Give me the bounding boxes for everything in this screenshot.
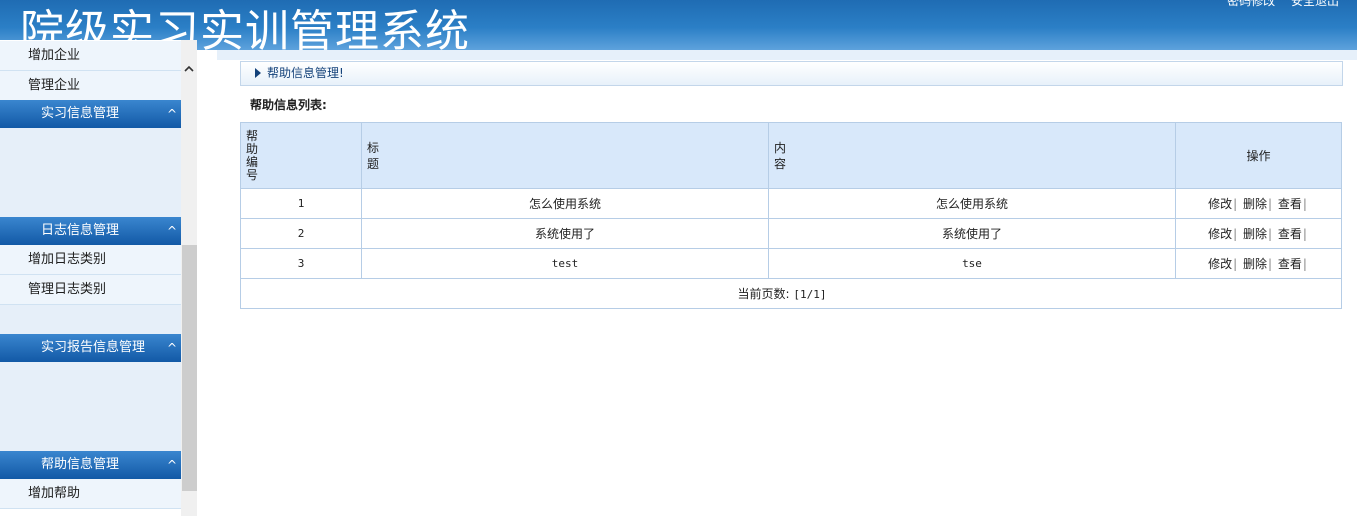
- column-header-title: 标题: [361, 122, 769, 189]
- pager-label: 当前页数:: [737, 287, 790, 301]
- cell-title: test: [361, 248, 769, 279]
- cell-id: 1: [240, 188, 362, 219]
- delete-link[interactable]: 删除: [1243, 197, 1267, 211]
- header-links: 密码修改 安全退出: [1215, 0, 1339, 9]
- pager-value: [1/1]: [793, 288, 827, 301]
- sidebar-group-label: 实习信息管理: [41, 106, 120, 121]
- cell-title: 系统使用了: [361, 218, 769, 249]
- change-password-link[interactable]: 密码修改: [1227, 0, 1275, 8]
- main-top-band: [217, 50, 1357, 60]
- table-header-row: 帮助编号 标题 内容 操作: [240, 122, 1342, 189]
- cell-actions: 修改| 删除| 查看|: [1175, 248, 1342, 279]
- cell-actions: 修改| 删除| 查看|: [1175, 188, 1342, 219]
- sidebar-item-add-help[interactable]: 增加帮助: [0, 479, 181, 509]
- edit-link[interactable]: 修改: [1208, 227, 1232, 241]
- view-link[interactable]: 查看: [1278, 197, 1302, 211]
- delete-link[interactable]: 删除: [1243, 257, 1267, 271]
- cell-title: 怎么使用系统: [361, 188, 769, 219]
- cell-id: 2: [240, 218, 362, 249]
- cell-content: 怎么使用系统: [768, 188, 1176, 219]
- sidebar-item-manage-company[interactable]: 管理企业: [0, 71, 181, 101]
- app-header: 院级实习实训管理系统 密码修改 安全退出: [0, 0, 1357, 50]
- sidebar-group-body: [0, 128, 181, 217]
- collapse-chevron-icon[interactable]: ^: [165, 451, 179, 479]
- sidebar-group-label: 日志信息管理: [41, 223, 120, 238]
- help-table: 帮助编号 标题 内容 操作 1 怎么使用系统 怎么使用系统 修改| 删除| 查看…: [240, 122, 1342, 309]
- edit-link[interactable]: 修改: [1208, 197, 1232, 211]
- sidebar-group-label: 帮助信息管理: [41, 457, 120, 472]
- scroll-up-arrow-icon[interactable]: [181, 62, 197, 78]
- sidebar-group-help[interactable]: 帮助信息管理 ^: [0, 451, 181, 479]
- column-header-content: 内容: [768, 122, 1176, 189]
- collapse-chevron-icon[interactable]: ^: [165, 100, 179, 128]
- cell-id: 3: [240, 248, 362, 279]
- breadcrumb-text: 帮助信息管理!: [267, 66, 344, 80]
- sidebar-group-log[interactable]: 日志信息管理 ^: [0, 217, 181, 245]
- edit-link[interactable]: 修改: [1208, 257, 1232, 271]
- cell-content: tse: [768, 248, 1176, 279]
- sidebar-item-manage-log-category[interactable]: 管理日志类别: [0, 275, 181, 305]
- sidebar-item-add-company[interactable]: 增加企业: [0, 41, 181, 71]
- sidebar-group-internship[interactable]: 实习信息管理 ^: [0, 100, 181, 128]
- sidebar-item-add-log-category[interactable]: 增加日志类别: [0, 245, 181, 275]
- table-row: 3 test tse 修改| 删除| 查看|: [240, 248, 1342, 279]
- triangle-right-icon: [255, 68, 261, 78]
- table-row: 2 系统使用了 系统使用了 修改| 删除| 查看|: [240, 218, 1342, 249]
- logout-link[interactable]: 安全退出: [1291, 0, 1339, 8]
- sidebar: 增加企业 管理企业 实习信息管理 ^ 日志信息管理 ^ 增加日志类别 管理日志类…: [0, 40, 197, 516]
- cell-actions: 修改| 删除| 查看|: [1175, 218, 1342, 249]
- table-row: 1 怎么使用系统 怎么使用系统 修改| 删除| 查看|: [240, 188, 1342, 219]
- view-link[interactable]: 查看: [1278, 257, 1302, 271]
- pager-row: 当前页数: [1/1]: [240, 278, 1342, 309]
- sidebar-scrollbar[interactable]: [181, 40, 197, 516]
- breadcrumb: 帮助信息管理!: [240, 61, 1343, 86]
- sidebar-menu: 增加企业 管理企业 实习信息管理 ^ 日志信息管理 ^ 增加日志类别 管理日志类…: [0, 40, 181, 516]
- sidebar-group-body: [0, 305, 181, 334]
- cell-content: 系统使用了: [768, 218, 1176, 249]
- column-header-id: 帮助编号: [240, 122, 362, 189]
- pager: 当前页数: [1/1]: [240, 278, 1342, 309]
- collapse-chevron-icon[interactable]: ^: [165, 217, 179, 245]
- sidebar-group-body: [0, 362, 181, 451]
- collapse-chevron-icon[interactable]: ^: [165, 334, 179, 362]
- list-title: 帮助信息列表:: [250, 98, 327, 112]
- sidebar-group-label: 实习报告信息管理: [41, 340, 146, 355]
- delete-link[interactable]: 删除: [1243, 227, 1267, 241]
- view-link[interactable]: 查看: [1278, 227, 1302, 241]
- main-content: 帮助信息管理! 帮助信息列表: 帮助编号 标题 内容 操作 1 怎么使用系统 怎…: [197, 50, 1357, 516]
- scrollbar-thumb[interactable]: [182, 245, 197, 491]
- column-header-actions: 操作: [1175, 122, 1342, 189]
- sidebar-group-report[interactable]: 实习报告信息管理 ^: [0, 334, 181, 362]
